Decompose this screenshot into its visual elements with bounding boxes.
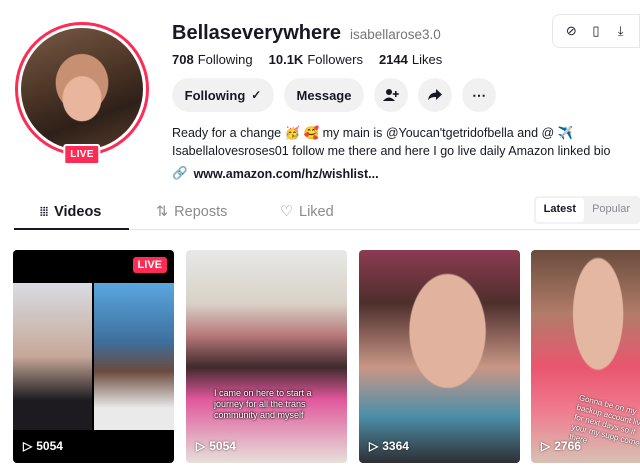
more-options-button[interactable]: ⋯	[462, 78, 496, 112]
profile-actions: Following ✓ Message ⋯	[172, 78, 496, 112]
tab-reposts[interactable]: ⇅ Reposts	[156, 204, 227, 220]
compass-icon[interactable]: ⊘	[562, 23, 580, 39]
bio-line-2: Isabellalovesroses01 follow me there and…	[172, 144, 611, 158]
tab-liked[interactable]: ♡ Liked	[280, 204, 334, 220]
message-label: Message	[296, 87, 352, 103]
profile-username: isabellarose3.0	[350, 27, 441, 42]
video-thumbnail-right	[94, 283, 174, 430]
sort-latest[interactable]: Latest	[535, 198, 585, 222]
play-icon: ▷	[369, 439, 379, 453]
play-icon: ▷	[196, 439, 206, 453]
video-views: ▷ 5054	[23, 439, 63, 453]
share-icon	[428, 89, 442, 100]
profile-link-text: www.amazon.com/hz/wishlist...	[193, 166, 379, 181]
add-user-icon	[383, 89, 399, 101]
video-views: ▷ 2766	[541, 439, 581, 453]
avatar-image	[21, 28, 143, 150]
profile-stats: 708 Following 10.1K Followers 2144 Likes	[172, 52, 442, 67]
sort-popular[interactable]: Popular	[584, 198, 638, 222]
tab-videos-label: Videos	[54, 204, 102, 220]
video-card[interactable]: LIVE ▷ 5054	[13, 250, 174, 463]
following-label: Following	[184, 87, 246, 103]
video-thumbnail-left	[13, 283, 92, 430]
stat-followers[interactable]: 10.1K Followers	[269, 52, 363, 67]
avatar-ring	[15, 22, 149, 156]
video-card[interactable]: Gonna be on my backup account live for n…	[531, 250, 640, 463]
profile-avatar[interactable]: LIVE	[15, 22, 149, 165]
video-views: ▷ 5054	[196, 439, 236, 453]
download-icon[interactable]: ⤓	[612, 23, 630, 39]
play-icon: ▷	[541, 439, 551, 453]
stat-likes: 2144 Likes	[378, 52, 443, 67]
top-right-icons: ⊘ ▯ ⤓	[552, 14, 640, 48]
link-icon: 🔗	[172, 166, 188, 180]
active-tab-indicator	[14, 228, 129, 230]
video-card[interactable]: I came on here to start a journey for al…	[186, 250, 347, 463]
stat-following[interactable]: 708 Following	[172, 52, 253, 67]
profile-display-name: Bellaseverywhere	[172, 22, 342, 44]
video-caption: I came on here to start a journey for al…	[214, 388, 312, 420]
add-friend-button[interactable]	[374, 78, 408, 112]
message-button[interactable]: Message	[284, 78, 364, 112]
heart-icon: ♡	[280, 204, 293, 220]
share-button[interactable]	[418, 78, 452, 112]
grid-icon: ⦙⦙⦙	[40, 204, 49, 219]
more-icon: ⋯	[472, 86, 486, 103]
tab-videos[interactable]: ⦙⦙⦙ Videos	[40, 204, 101, 220]
tab-reposts-label: Reposts	[174, 204, 228, 220]
content-tabs: ⦙⦙⦙ Videos ⇅ Reposts ♡ Liked Latest Popu…	[14, 196, 640, 230]
phone-icon[interactable]: ▯	[587, 23, 605, 39]
sort-toggle: Latest Popular	[533, 196, 640, 224]
profile-link[interactable]: 🔗 www.amazon.com/hz/wishlist...	[172, 166, 379, 181]
following-button[interactable]: Following ✓	[172, 78, 274, 112]
video-live-badge: LIVE	[132, 257, 167, 273]
profile-bio: Ready for a change 🥳 🥰 my main is @Youca…	[172, 124, 632, 160]
video-card[interactable]: ▷ 3364	[359, 250, 520, 463]
video-views: ▷ 3364	[369, 439, 409, 453]
chevron-down-icon: ✓	[251, 88, 262, 102]
bio-line-1: Ready for a change 🥳 🥰 my main is @Youca…	[172, 126, 574, 140]
live-badge[interactable]: LIVE	[63, 144, 101, 165]
play-icon: ▷	[23, 439, 33, 453]
tab-liked-label: Liked	[299, 204, 334, 220]
repost-icon: ⇅	[156, 204, 169, 220]
